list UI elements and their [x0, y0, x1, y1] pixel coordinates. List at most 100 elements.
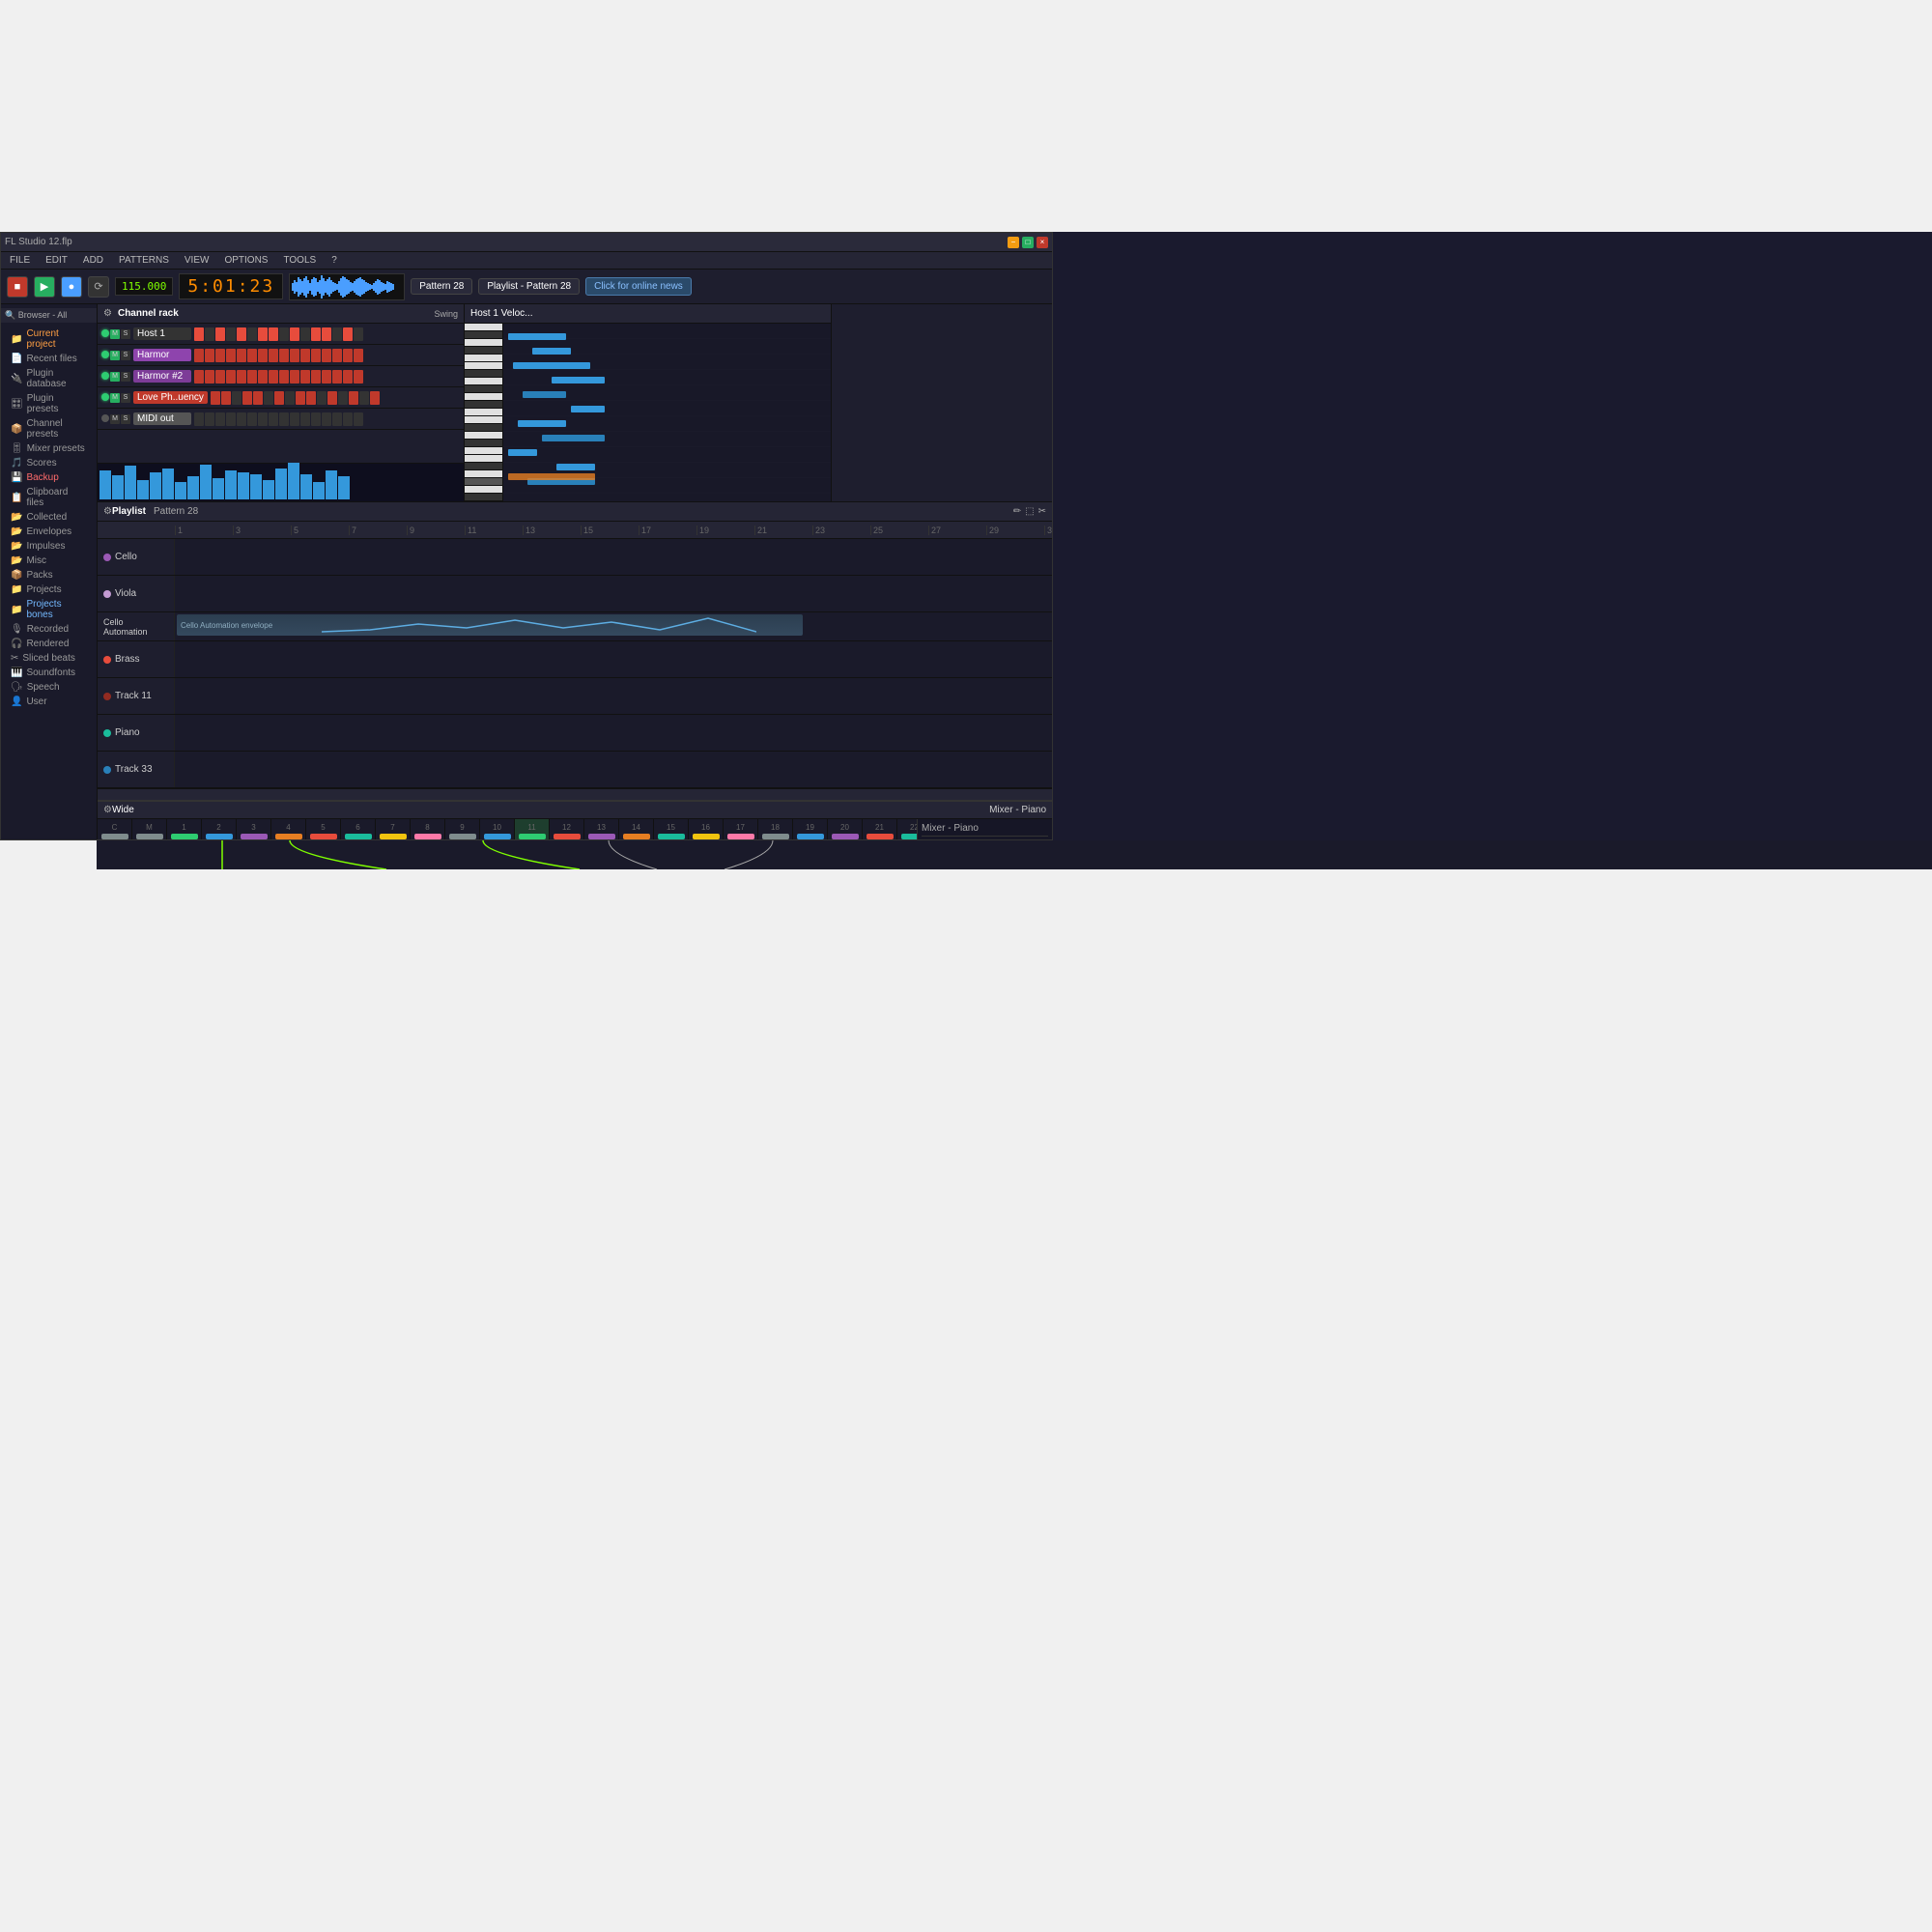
sidebar-item-mixer-presets[interactable]: 🎚 Mixer presets — [7, 441, 91, 456]
automation-clip[interactable]: Cello Automation envelope — [177, 614, 803, 636]
step-pad[interactable] — [296, 391, 305, 405]
channel-led[interactable] — [101, 393, 109, 401]
sidebar-item-backup[interactable]: 💾 Backup — [7, 470, 91, 485]
step-pad[interactable] — [290, 349, 299, 362]
sidebar-item-plugin-database[interactable]: 🔌 Plugin database — [7, 366, 91, 391]
pattern-display[interactable]: Pattern 28 — [411, 278, 472, 295]
channel-solo[interactable]: S — [121, 414, 130, 424]
step-pad[interactable] — [237, 412, 246, 426]
step-pad[interactable] — [269, 327, 278, 341]
step-pad[interactable] — [232, 391, 242, 405]
channel-mute[interactable]: M — [110, 351, 120, 360]
playlist-track-content[interactable]: Cello Automation envelope — [175, 612, 1052, 640]
step-pad[interactable] — [311, 370, 321, 384]
piano-key[interactable] — [465, 486, 502, 494]
channel-solo[interactable]: S — [121, 351, 130, 360]
step-pad[interactable] — [354, 412, 363, 426]
sidebar-item-misc[interactable]: 📂 Misc — [7, 554, 91, 568]
step-pad[interactable] — [194, 412, 204, 426]
step-pad[interactable] — [370, 391, 380, 405]
piano-key[interactable] — [465, 470, 502, 478]
delete-tool[interactable]: ✂ — [1038, 506, 1046, 517]
step-pad[interactable] — [300, 349, 310, 362]
step-pad[interactable] — [269, 349, 278, 362]
piano-key[interactable] — [465, 355, 502, 362]
channel-led[interactable] — [101, 351, 109, 358]
step-pad[interactable] — [343, 370, 353, 384]
piano-key-black[interactable] — [465, 385, 502, 393]
step-pad[interactable] — [279, 349, 289, 362]
step-pad[interactable] — [327, 391, 337, 405]
menu-file[interactable]: FILE — [7, 255, 33, 266]
sidebar-item-recent-files[interactable]: 📄 Recent files — [7, 352, 91, 366]
step-pad[interactable] — [211, 391, 220, 405]
step-pad[interactable] — [343, 412, 353, 426]
sidebar-item-plugin-presets[interactable]: 🎛 Plugin presets — [7, 391, 91, 416]
step-pad[interactable] — [300, 327, 310, 341]
piano-key[interactable] — [465, 324, 502, 331]
step-pad[interactable] — [311, 412, 321, 426]
step-pad[interactable] — [205, 370, 214, 384]
step-pad[interactable] — [349, 391, 358, 405]
channel-mute[interactable]: M — [110, 393, 120, 403]
step-pad[interactable] — [194, 370, 204, 384]
sidebar-item-projects[interactable]: 📁 Projects — [7, 582, 91, 597]
step-pad[interactable] — [300, 412, 310, 426]
step-pad[interactable] — [269, 370, 278, 384]
close-button[interactable]: × — [1037, 237, 1048, 248]
step-pad[interactable] — [354, 349, 363, 362]
sidebar-item-packs[interactable]: 📦 Packs — [7, 568, 91, 582]
sidebar-item-speech[interactable]: 🗣 Speech — [7, 680, 91, 695]
step-pad[interactable] — [343, 349, 353, 362]
piano-key[interactable] — [465, 432, 502, 440]
step-pad[interactable] — [194, 349, 204, 362]
step-pad[interactable] — [205, 412, 214, 426]
piano-key[interactable] — [465, 409, 502, 416]
step-pad[interactable] — [311, 327, 321, 341]
piano-key[interactable] — [465, 455, 502, 463]
step-pad[interactable] — [242, 391, 252, 405]
sidebar-item-projects-bones[interactable]: 📁 Projects bones — [7, 597, 91, 622]
step-pad[interactable] — [194, 327, 204, 341]
step-pad[interactable] — [247, 412, 257, 426]
step-pad[interactable] — [285, 391, 295, 405]
piano-key[interactable] — [465, 339, 502, 347]
channel-solo[interactable]: S — [121, 393, 130, 403]
step-pad[interactable] — [332, 370, 342, 384]
step-pad[interactable] — [258, 327, 268, 341]
channel-led[interactable] — [101, 372, 109, 380]
playlist-label[interactable]: Playlist - Pattern 28 — [478, 278, 580, 295]
step-pad[interactable] — [354, 327, 363, 341]
step-pad[interactable] — [338, 391, 348, 405]
minimize-button[interactable]: − — [1008, 237, 1019, 248]
menu-tools[interactable]: TOOLS — [280, 255, 319, 266]
stop-button[interactable]: ■ — [7, 276, 28, 298]
sidebar-item-clipboard[interactable]: 📋 Clipboard files — [7, 485, 91, 510]
step-pad[interactable] — [258, 349, 268, 362]
step-pad[interactable] — [237, 370, 246, 384]
mixer-view-wide[interactable]: Wide — [112, 805, 134, 815]
sidebar-item-impulses[interactable]: 📂 Impulses — [7, 539, 91, 554]
step-pad[interactable] — [322, 349, 331, 362]
menu-options[interactable]: OPTIONS — [221, 255, 270, 266]
sidebar-item-soundfonts[interactable]: 🎹 Soundfonts — [7, 666, 91, 680]
step-pad[interactable] — [226, 412, 236, 426]
notes-area[interactable] — [503, 324, 831, 501]
sidebar-item-collected[interactable]: 📂 Collected — [7, 510, 91, 525]
sidebar-item-sliced-beats[interactable]: ✂ Sliced beats — [7, 651, 91, 666]
step-pad[interactable] — [279, 370, 289, 384]
step-pad[interactable] — [332, 412, 342, 426]
channel-mute[interactable]: M — [110, 372, 120, 382]
step-pad[interactable] — [237, 349, 246, 362]
step-pad[interactable] — [300, 370, 310, 384]
step-pad[interactable] — [226, 327, 236, 341]
sidebar-item-current-project[interactable]: 📁 Current project — [7, 327, 91, 352]
piano-key-black[interactable] — [465, 370, 502, 378]
step-pad[interactable] — [226, 349, 236, 362]
step-pad[interactable] — [205, 327, 214, 341]
piano-key[interactable] — [465, 416, 502, 424]
sidebar-item-scores[interactable]: 🎵 Scores — [7, 456, 91, 470]
channel-led[interactable] — [101, 414, 109, 422]
sidebar-item-recorded[interactable]: 🎙 Recorded — [7, 622, 91, 637]
step-pad[interactable] — [343, 327, 353, 341]
